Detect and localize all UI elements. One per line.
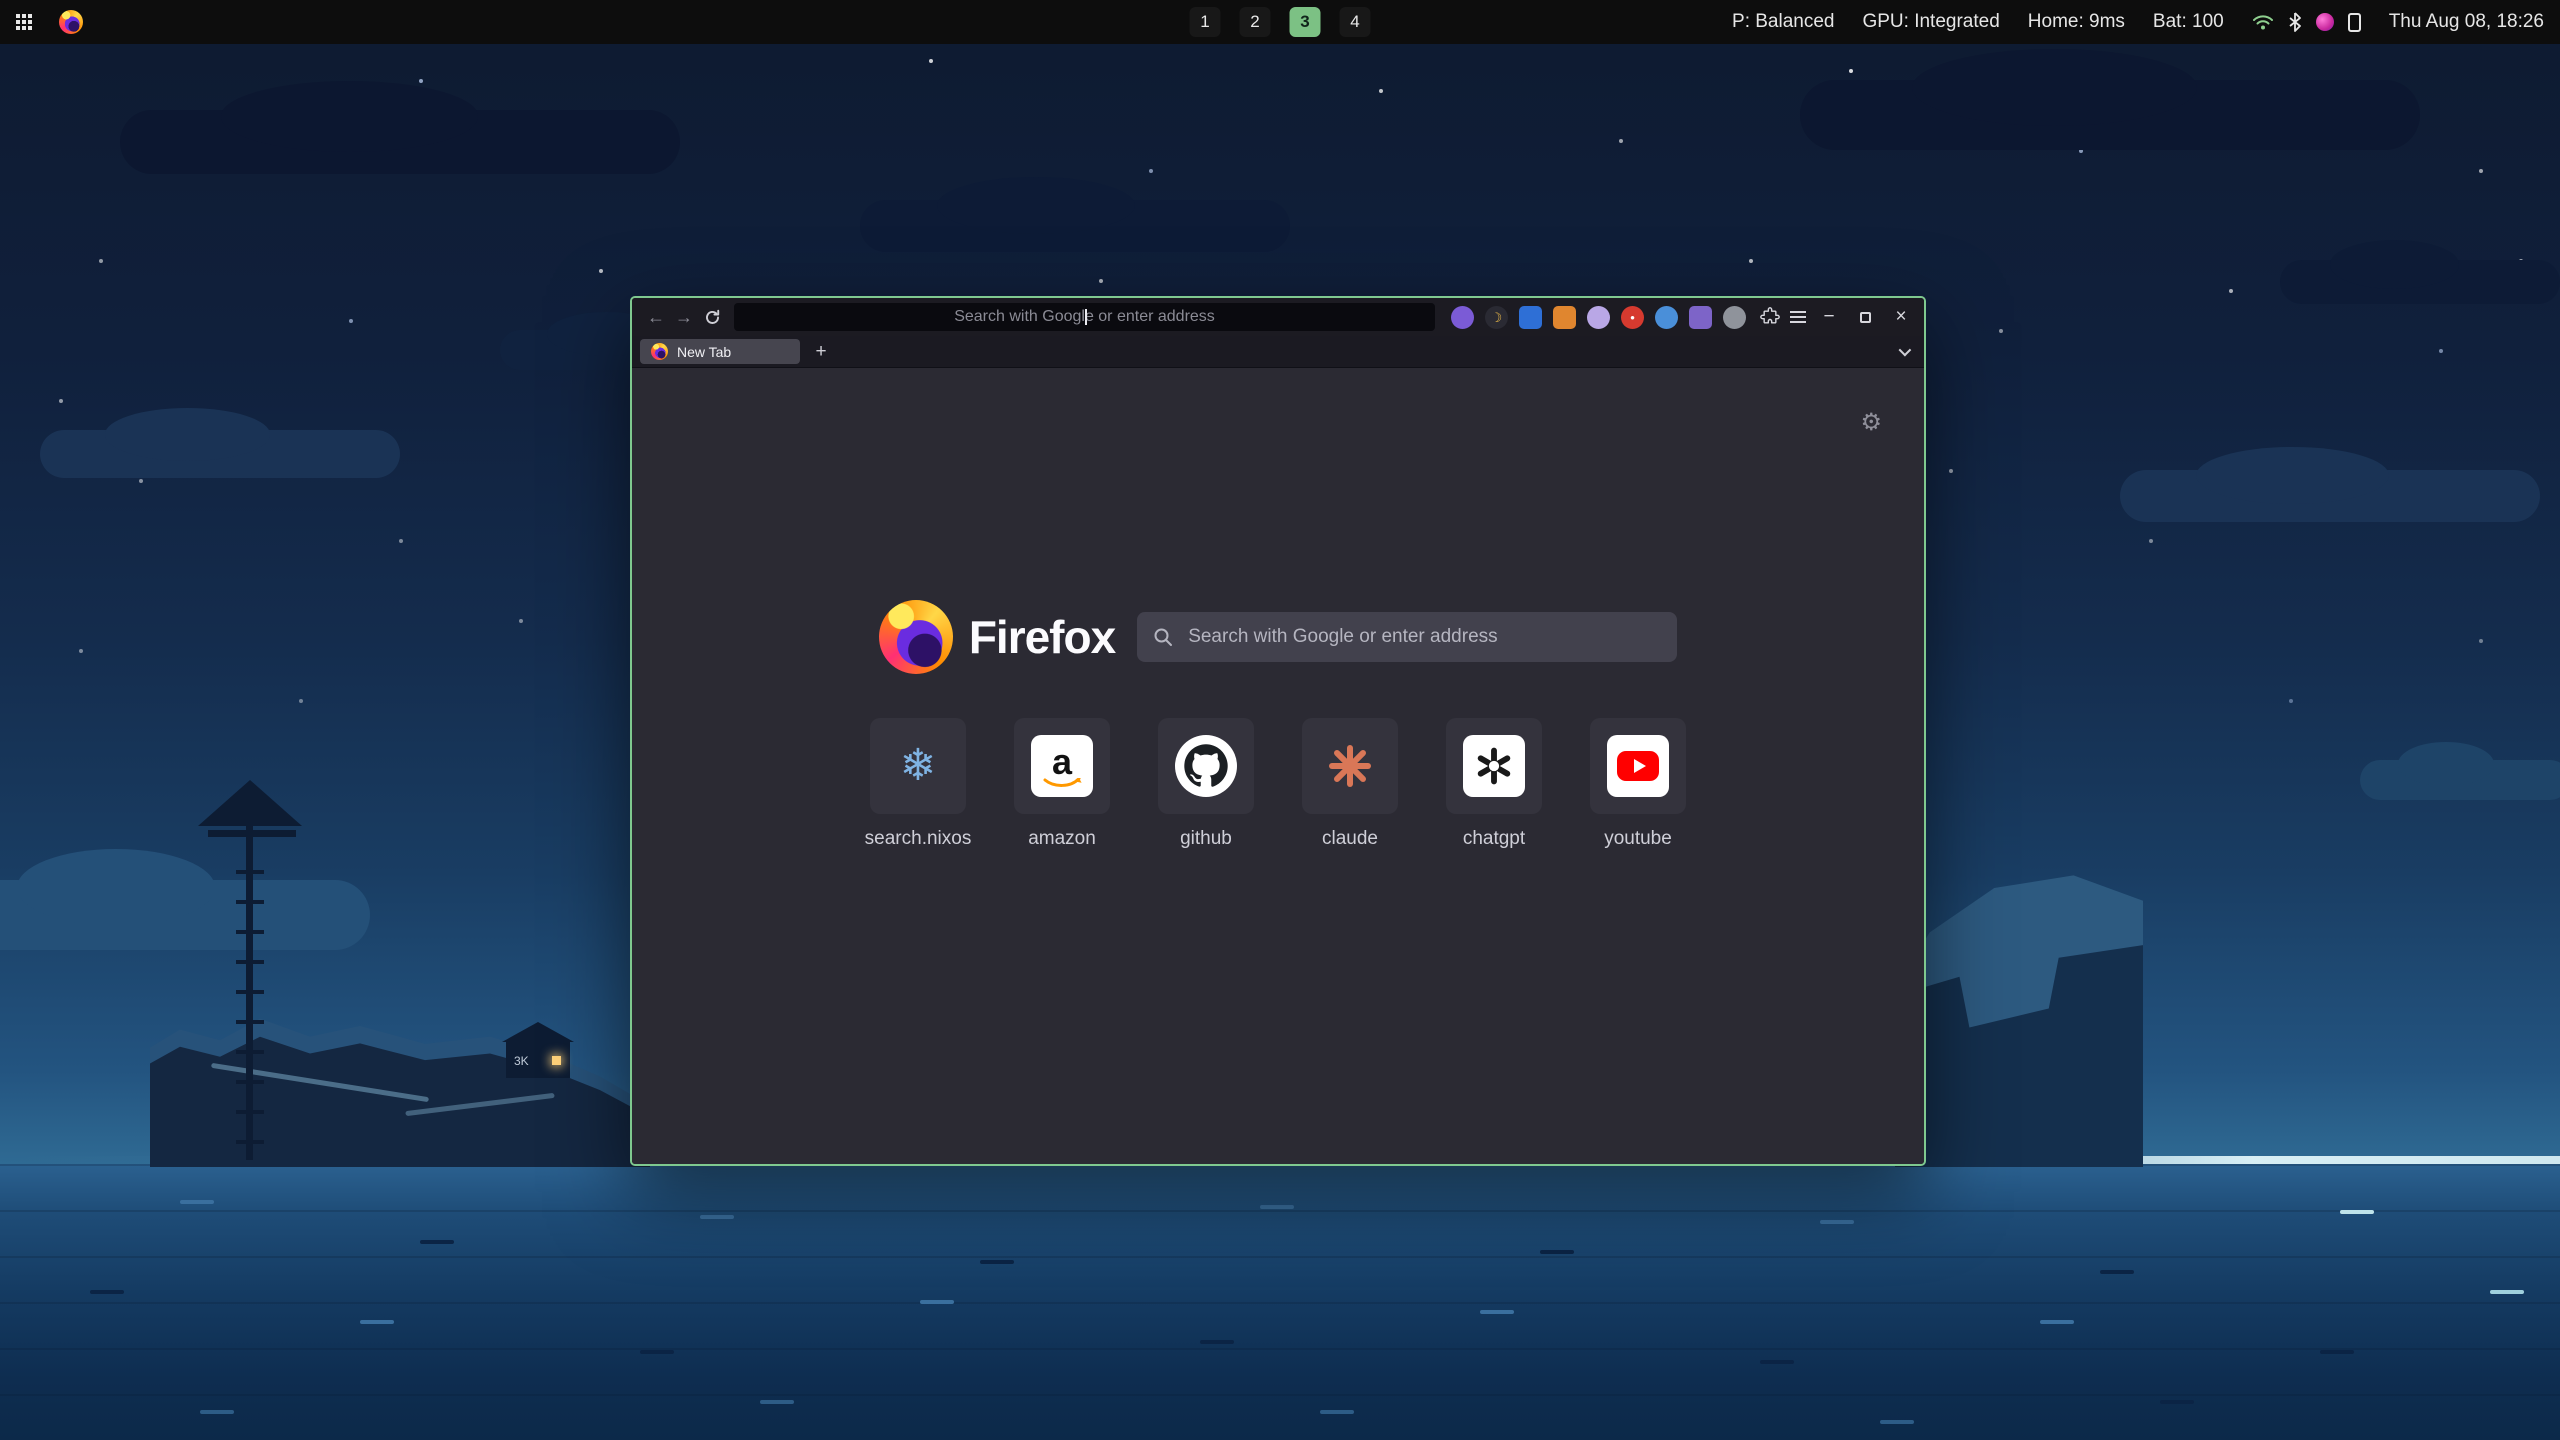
ext-blue-shield-icon[interactable]	[1519, 306, 1542, 329]
app-grid-icon[interactable]	[16, 14, 33, 31]
shortcut-label: chatgpt	[1463, 828, 1525, 850]
ocean-waves	[0, 1180, 34, 1184]
github-icon	[1175, 735, 1237, 797]
tab-new-tab[interactable]: New Tab	[640, 339, 800, 364]
list-all-tabs-chevron-icon[interactable]	[1890, 339, 1916, 364]
minimize-button[interactable]: −	[1816, 304, 1842, 330]
nixos-snowflake-icon: ❄	[900, 744, 937, 788]
shortcut-label: youtube	[1604, 828, 1672, 850]
island-silhouette: 3K	[150, 780, 650, 1167]
newtab-search-box[interactable]	[1137, 612, 1677, 662]
search-icon	[1153, 627, 1173, 647]
text-caret	[1085, 309, 1087, 325]
gpu-status: GPU: Integrated	[1862, 11, 1999, 33]
newtab-settings-gear-icon[interactable]: ⚙	[1860, 410, 1882, 434]
statusbar-left	[16, 0, 83, 44]
ext-violet-shield-icon[interactable]	[1689, 306, 1712, 329]
ocean	[0, 1164, 2560, 1440]
menu-hamburger-icon[interactable]	[1784, 303, 1812, 331]
reload-icon[interactable]	[698, 303, 726, 331]
ext-purple-circle-icon[interactable]	[1451, 306, 1474, 329]
cliff-silhouette	[1895, 850, 2143, 1167]
phone-icon[interactable]	[2348, 13, 2361, 32]
cloud	[120, 110, 680, 174]
shortcut-card[interactable]	[1302, 718, 1398, 814]
ext-orange-box-icon[interactable]	[1553, 306, 1576, 329]
youtube-icon	[1607, 735, 1669, 797]
tab-favicon-firefox	[651, 343, 668, 360]
shortcut-github[interactable]: github	[1158, 718, 1254, 850]
bluetooth-icon[interactable]	[2288, 12, 2302, 32]
shortcut-chatgpt[interactable]: chatgpt	[1446, 718, 1542, 850]
newtab-hero: Firefox	[632, 600, 1924, 674]
newtab-page: ⚙ Firefox ❄ search.nixos	[632, 368, 1924, 1164]
hut-window-light	[552, 1056, 561, 1065]
shortcut-card[interactable]	[1158, 718, 1254, 814]
workspace-2[interactable]: 2	[1240, 7, 1271, 37]
firefox-logo	[879, 600, 953, 674]
ext-gray-goggles-icon[interactable]	[1723, 306, 1746, 329]
shortcut-claude[interactable]: claude	[1302, 718, 1398, 850]
cloud	[2120, 470, 2540, 522]
firefox-wordmark: Firefox	[969, 610, 1115, 664]
tab-title: New Tab	[677, 344, 731, 360]
close-button[interactable]: ×	[1888, 304, 1914, 330]
tab-bar: New Tab +	[632, 336, 1924, 368]
shortcut-card[interactable]	[1446, 718, 1542, 814]
ext-red-dot-icon[interactable]: •	[1621, 306, 1644, 329]
workspace-switcher: 1 2 3 4	[1190, 0, 1371, 44]
url-bar[interactable]	[734, 303, 1435, 331]
status-bar: 1 2 3 4 P: Balanced GPU: Integrated Home…	[0, 0, 2560, 44]
shortcut-label: github	[1180, 828, 1232, 850]
browser-toolbar: ← → ☽• − ×	[632, 298, 1924, 336]
shortcut-search-nixos[interactable]: ❄ search.nixos	[870, 718, 966, 850]
island-rock	[150, 1000, 650, 1167]
watchtower-rungs	[236, 870, 264, 1150]
shortcut-youtube[interactable]: youtube	[1590, 718, 1686, 850]
power-profile-status: P: Balanced	[1732, 11, 1834, 33]
color-profile-icon[interactable]	[2316, 13, 2334, 31]
ext-blue-round-icon[interactable]	[1655, 306, 1678, 329]
cloud	[860, 200, 1290, 252]
cloud	[40, 430, 400, 478]
firefox-launcher-icon[interactable]	[59, 10, 83, 34]
new-tab-button[interactable]: +	[808, 339, 834, 364]
chatgpt-icon	[1463, 735, 1525, 797]
shortcut-card[interactable]: a	[1014, 718, 1110, 814]
maximize-button[interactable]	[1852, 304, 1878, 330]
claude-starburst-icon	[1327, 743, 1373, 789]
shortcut-card[interactable]: ❄	[870, 718, 966, 814]
extension-icons: ☽•	[1451, 306, 1746, 329]
workspace-3-active[interactable]: 3	[1290, 7, 1321, 37]
extensions-puzzle-icon[interactable]	[1756, 303, 1784, 331]
battery-status: Bat: 100	[2153, 11, 2224, 33]
amazon-icon: a	[1031, 735, 1093, 797]
cloud	[1800, 80, 2420, 150]
hut-sign: 3K	[514, 1054, 529, 1068]
ping-status: Home: 9ms	[2028, 11, 2125, 33]
shortcut-card[interactable]	[1590, 718, 1686, 814]
shortcut-label: amazon	[1028, 828, 1096, 850]
window-controls: − ×	[1816, 304, 1914, 330]
shortcut-amazon[interactable]: a amazon	[1014, 718, 1110, 850]
ext-amber-crescent-icon[interactable]: ☽	[1485, 306, 1508, 329]
shortcut-tiles: ❄ search.nixos a amazon	[632, 718, 1924, 850]
shortcut-label: search.nixos	[865, 828, 972, 850]
statusbar-right: P: Balanced GPU: Integrated Home: 9ms Ba…	[1732, 0, 2544, 44]
wifi-icon[interactable]	[2252, 13, 2274, 31]
workspace-1[interactable]: 1	[1190, 7, 1221, 37]
firefox-brand: Firefox	[879, 600, 1115, 674]
firefox-window: ← → ☽• − × New Tab	[630, 296, 1926, 1166]
clock: Thu Aug 08, 18:26	[2389, 11, 2544, 33]
cloud	[2280, 260, 2560, 304]
tray-icons	[2252, 12, 2361, 32]
newtab-search-input[interactable]	[1186, 625, 1661, 649]
ext-lavender-circle-icon[interactable]	[1587, 306, 1610, 329]
back-icon[interactable]: ←	[642, 303, 670, 331]
workspace-4[interactable]: 4	[1340, 7, 1371, 37]
shortcut-label: claude	[1322, 828, 1378, 850]
cloud	[2360, 760, 2560, 800]
forward-icon[interactable]: →	[670, 303, 698, 331]
